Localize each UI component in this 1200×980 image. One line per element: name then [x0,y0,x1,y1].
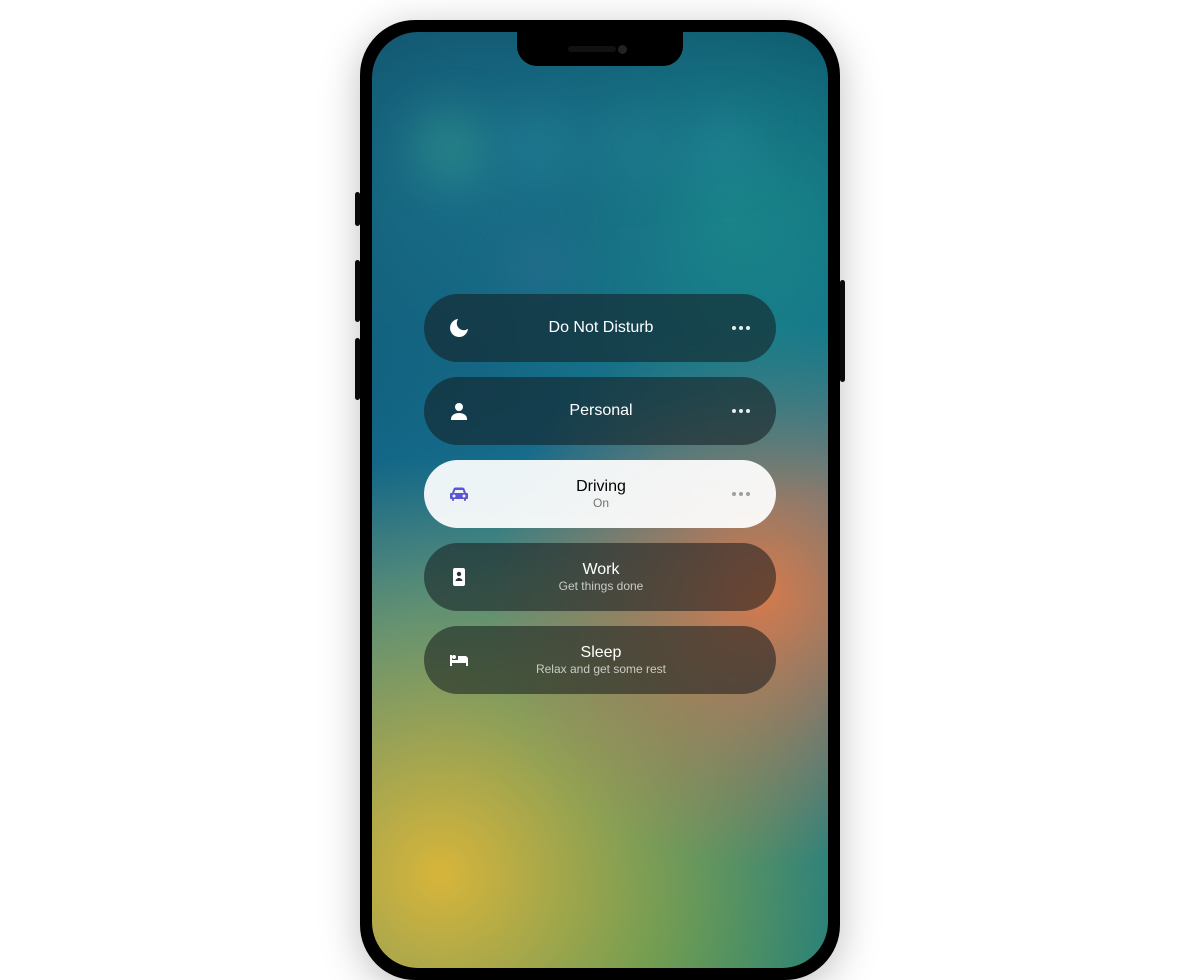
focus-item-driving[interactable]: Driving On [424,460,776,528]
focus-item-label: Do Not Disturb [549,319,654,337]
phone-screen: Do Not Disturb Personal [372,32,828,968]
focus-item-work[interactable]: Work Get things done [424,543,776,611]
display-notch [517,32,683,66]
more-options-button[interactable] [728,481,754,507]
focus-item-label: Driving [576,478,626,496]
badge-icon [444,562,474,592]
focus-modes-panel: Do Not Disturb Personal [424,294,776,694]
volume-down-button[interactable] [355,338,360,400]
car-icon [444,479,474,509]
side-button[interactable] [840,280,845,382]
focus-item-subtitle: Relax and get some rest [536,663,666,676]
volume-up-button[interactable] [355,260,360,322]
iphone-frame: Do Not Disturb Personal [360,20,840,980]
focus-item-subtitle: Get things done [559,580,644,593]
focus-item-subtitle: On [593,497,609,510]
more-options-button[interactable] [728,315,754,341]
moon-icon [444,313,474,343]
focus-item-label: Sleep [581,644,622,662]
focus-item-do-not-disturb[interactable]: Do Not Disturb [424,294,776,362]
bed-icon [444,645,474,675]
focus-item-personal[interactable]: Personal [424,377,776,445]
person-icon [444,396,474,426]
focus-item-sleep[interactable]: Sleep Relax and get some rest [424,626,776,694]
focus-item-label: Personal [569,402,632,420]
silence-switch[interactable] [355,192,360,226]
focus-item-label: Work [582,561,619,579]
more-options-button[interactable] [728,398,754,424]
